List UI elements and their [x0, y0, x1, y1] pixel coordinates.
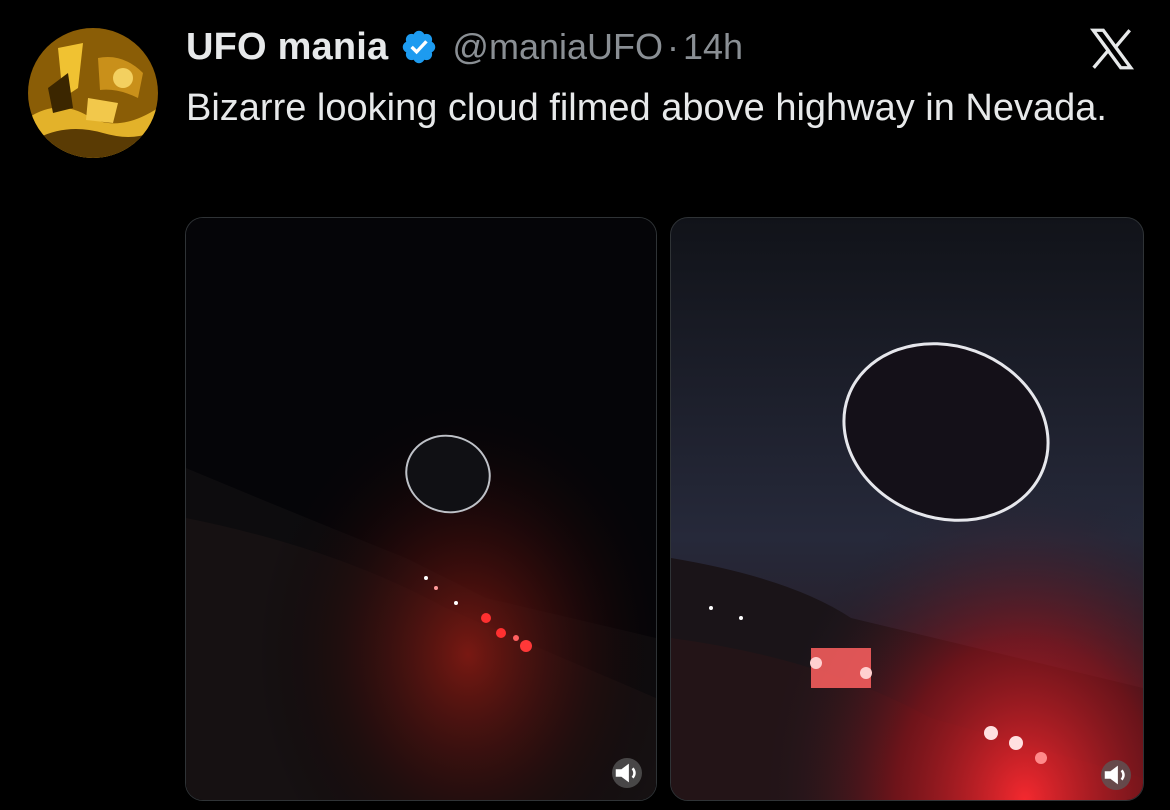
display-name[interactable]: UFO mania [186, 26, 388, 69]
tweet-header: UFO mania @maniaUFO · 14h [186, 24, 743, 70]
avatar[interactable] [28, 28, 158, 158]
speaker-icon[interactable] [612, 758, 642, 788]
separator-dot: · [667, 26, 679, 67]
video-thumbnail-2[interactable] [670, 217, 1144, 801]
tweet-text: Bizarre looking cloud filmed above highw… [186, 87, 1107, 129]
video-thumbnail-1[interactable] [185, 217, 657, 801]
user-handle[interactable]: @maniaUFO [452, 26, 663, 68]
verified-badge-icon [400, 28, 438, 66]
tweet-timestamp[interactable]: 14h [683, 26, 743, 68]
x-logo-icon[interactable] [1086, 24, 1138, 74]
speaker-icon[interactable] [1101, 760, 1131, 790]
